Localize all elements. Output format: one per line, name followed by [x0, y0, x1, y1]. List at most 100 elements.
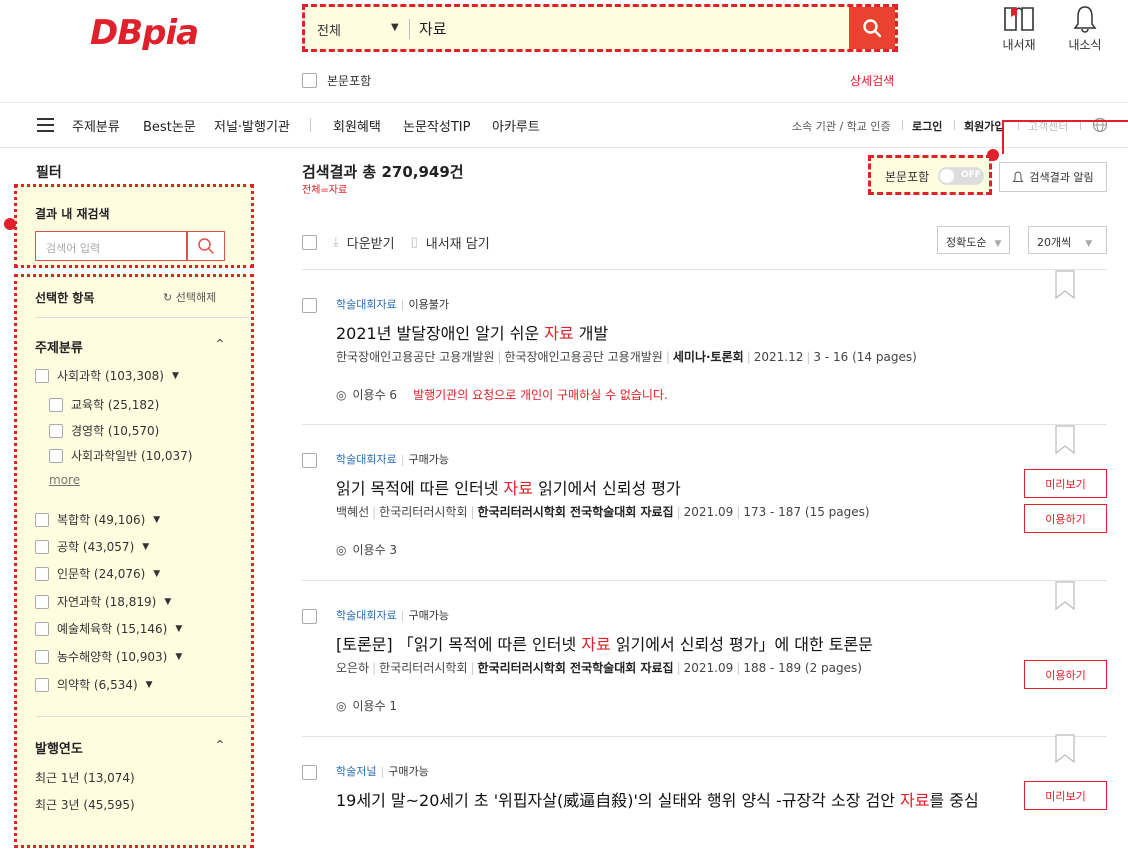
- nav-journal[interactable]: 저널·발행기관: [214, 116, 290, 135]
- divider: [36, 317, 250, 318]
- search-alert-button[interactable]: 검색결과 알림: [999, 162, 1107, 192]
- search-input[interactable]: 자료: [419, 18, 447, 39]
- fulltext-toggle[interactable]: OFF: [938, 167, 984, 185]
- preview-button[interactable]: 미리보기: [1024, 469, 1107, 498]
- subject-item[interactable]: 경영학 (10,570): [49, 422, 159, 439]
- publisher[interactable]: 한국리터러시학회: [379, 505, 467, 519]
- author[interactable]: 오은하: [336, 661, 369, 675]
- publication-highlight: 자료집: [640, 661, 674, 675]
- author[interactable]: 백혜선: [336, 505, 369, 519]
- advanced-search-link[interactable]: 상세검색: [850, 72, 894, 89]
- checkbox[interactable]: [49, 423, 63, 438]
- subject-item[interactable]: 자연과학 (18,819) ▼: [35, 593, 171, 610]
- caret-down-icon[interactable]: ▼: [175, 624, 182, 634]
- dbpia-logo[interactable]: DBpia: [90, 14, 260, 50]
- subject-item[interactable]: 예술체육학 (15,146) ▼: [35, 620, 182, 637]
- item-checkbox[interactable]: [302, 453, 317, 468]
- my-news-link[interactable]: 내소식: [1060, 4, 1110, 53]
- subject-item[interactable]: 농수해양학 (10,903) ▼: [35, 648, 182, 665]
- nav-tips[interactable]: 논문작성TIP: [403, 116, 470, 135]
- per-page-select[interactable]: 20개씩 ▼: [1028, 226, 1107, 254]
- checkbox[interactable]: [49, 448, 63, 463]
- sort-select[interactable]: 정확도순 ▼: [937, 226, 1011, 254]
- title-highlight: 자료: [581, 635, 611, 654]
- chevron-up-icon[interactable]: ⌃: [214, 738, 226, 754]
- nav-acaroute[interactable]: 아카루트: [492, 116, 540, 135]
- checkbox[interactable]: [35, 566, 49, 581]
- checkbox[interactable]: [35, 649, 49, 664]
- fulltext-checkbox-row[interactable]: 본문포함: [302, 72, 371, 89]
- subject-item[interactable]: 교육학 (25,182): [49, 396, 159, 413]
- per-page-label: 20개씩: [1037, 236, 1072, 249]
- checkbox[interactable]: [49, 397, 63, 412]
- subject-item[interactable]: 공학 (43,057) ▼: [35, 538, 149, 555]
- publisher[interactable]: 한국장애인고용공단 고용개발원: [504, 350, 662, 364]
- caret-down-icon[interactable]: ▼: [146, 680, 153, 690]
- author[interactable]: 한국장애인고용공단 고용개발원: [336, 350, 494, 364]
- menu-icon[interactable]: [37, 118, 54, 132]
- clear-selection-button[interactable]: ↻ 선택해제: [163, 289, 216, 305]
- checkbox[interactable]: [35, 539, 49, 554]
- preview-button[interactable]: 미리보기: [1024, 781, 1107, 810]
- chevron-up-icon[interactable]: ⌃: [214, 337, 226, 353]
- item-checkbox[interactable]: [302, 765, 317, 780]
- research-input[interactable]: 검색어 입력: [35, 231, 187, 261]
- checkbox[interactable]: [35, 621, 49, 636]
- caret-down-icon[interactable]: ▼: [142, 542, 149, 552]
- checkbox[interactable]: [35, 594, 49, 609]
- bookmark-icon[interactable]: [1054, 425, 1076, 455]
- caret-down-icon[interactable]: ▼: [153, 515, 160, 525]
- search-scope-select[interactable]: 전체: [317, 20, 341, 39]
- signup-link[interactable]: 회원가입: [964, 118, 1004, 134]
- select-all-checkbox[interactable]: [302, 235, 317, 250]
- fulltext-checkbox[interactable]: [302, 73, 317, 88]
- title-text: 읽기 목적에 따른 인터넷: [336, 479, 504, 498]
- item-title[interactable]: 2021년 발달장애인 알기 쉬운 자료 개발: [336, 320, 608, 344]
- year-filter-3y[interactable]: 최근 3년 (45,595): [35, 796, 135, 813]
- subject-item[interactable]: 사회과학일반 (10,037): [49, 447, 192, 464]
- login-link[interactable]: 로그인: [912, 118, 942, 134]
- publisher[interactable]: 한국리터러시학회: [379, 661, 467, 675]
- use-button[interactable]: 이용하기: [1024, 660, 1107, 689]
- item-availability: 이용불가: [408, 298, 449, 311]
- caret-down-icon[interactable]: ▼: [391, 22, 399, 33]
- publication[interactable]: 한국리터러시학회 전국학술대회: [478, 661, 641, 675]
- research-search-button[interactable]: [187, 231, 225, 261]
- save-to-library-button[interactable]: 내서재 담기: [426, 233, 490, 252]
- subject-item[interactable]: 의약학 (6,534) ▼: [35, 676, 153, 693]
- use-button[interactable]: 이용하기: [1024, 504, 1107, 533]
- nav-benefits[interactable]: 회원혜택: [333, 116, 381, 135]
- item-title[interactable]: [토론문] 「읽기 목적에 따른 인터넷 자료 읽기에서 신뢰성 평가」에 대한…: [336, 631, 873, 655]
- download-icon: ⤓: [333, 235, 339, 250]
- subject-item[interactable]: 복합학 (49,106) ▼: [35, 511, 160, 528]
- item-checkbox[interactable]: [302, 609, 317, 624]
- checkbox[interactable]: [35, 512, 49, 527]
- subject-item[interactable]: 인문학 (24,076) ▼: [35, 565, 160, 582]
- subject-item[interactable]: 사회과학 (103,308) ▼: [35, 367, 179, 384]
- publication[interactable]: 한국리터러시학회 전국학술대회: [478, 505, 641, 519]
- download-button[interactable]: 다운받기: [347, 233, 395, 252]
- title-highlight: 자료: [503, 479, 533, 498]
- item-title[interactable]: 19세기 말~20세기 초 '위핍자살(威逼自殺)'의 실태와 행위 양식 -규…: [336, 787, 979, 811]
- bookmark-icon[interactable]: [1054, 270, 1076, 300]
- my-library-label: 내서재: [1002, 38, 1036, 52]
- item-title[interactable]: 읽기 목적에 따른 인터넷 자료 읽기에서 신뢰성 평가: [336, 475, 681, 499]
- more-link[interactable]: more: [49, 473, 80, 487]
- caret-down-icon[interactable]: ▼: [175, 652, 182, 662]
- checkbox[interactable]: [35, 677, 49, 692]
- caret-down-icon[interactable]: ▼: [172, 371, 179, 381]
- checkbox[interactable]: [35, 368, 49, 383]
- publication[interactable]: 세미나·토론회: [673, 350, 744, 364]
- item-stats: ◎ 이용수 3: [336, 541, 397, 558]
- bookmark-icon[interactable]: [1054, 734, 1076, 764]
- bookmark-icon[interactable]: [1054, 581, 1076, 611]
- caret-down-icon[interactable]: ▼: [153, 569, 160, 579]
- item-checkbox[interactable]: [302, 298, 317, 313]
- caret-down-icon[interactable]: ▼: [164, 597, 171, 607]
- search-button[interactable]: [849, 7, 895, 49]
- year-filter-1y[interactable]: 최근 1년 (13,074): [35, 769, 135, 786]
- nav-subject[interactable]: 주제분류: [72, 116, 120, 135]
- nav-best[interactable]: Best논문: [143, 116, 196, 135]
- institution-auth-link[interactable]: 소속 기관 / 학교 인증: [792, 118, 891, 134]
- my-library-link[interactable]: 내서재: [994, 4, 1044, 53]
